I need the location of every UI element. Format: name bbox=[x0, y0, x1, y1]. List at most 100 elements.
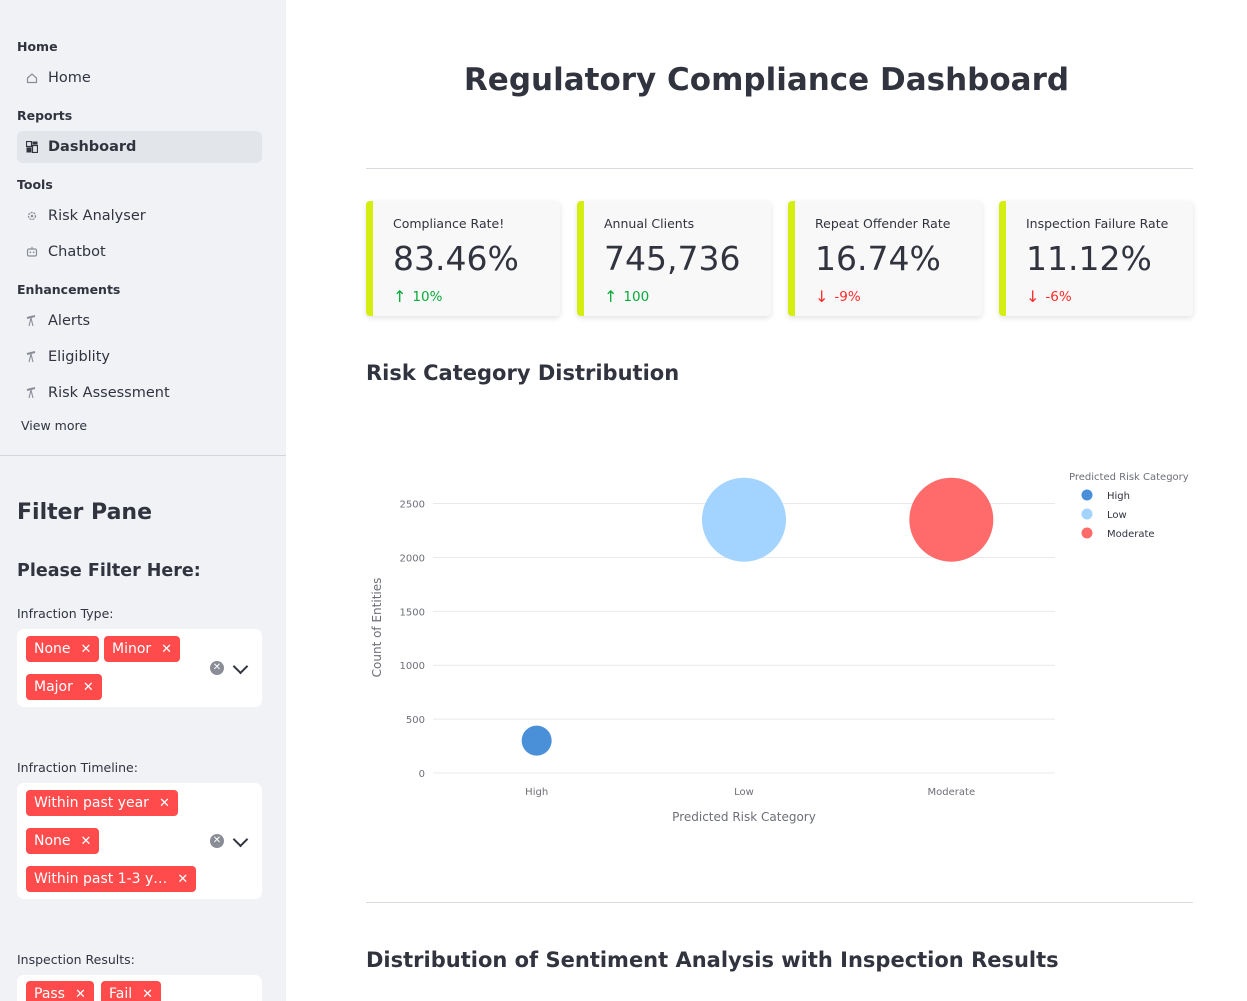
kpi-label: Repeat Offender Rate bbox=[815, 216, 951, 231]
y-tick-label: 0 bbox=[419, 769, 425, 780]
kpi-delta: ↓ -9% bbox=[815, 287, 861, 306]
sidebar-item-dashboard[interactable]: Dashboard bbox=[17, 131, 262, 163]
x-tick-label: Low bbox=[734, 787, 754, 798]
sidebar-item-risk-analyser[interactable]: Risk Analyser bbox=[17, 200, 262, 232]
tag-fail: Fail ✕ bbox=[101, 981, 162, 1001]
kpi-card-inspection-failure-rate: Inspection Failure Rate 11.12% ↓ -6% bbox=[999, 201, 1193, 316]
infraction-type-label: Infraction Type: bbox=[17, 606, 114, 621]
sidebar-item-risk-assessment[interactable]: Risk Assessment bbox=[17, 377, 262, 409]
chevron-down-icon[interactable] bbox=[232, 658, 249, 675]
arrow-up-icon: ↑ bbox=[604, 287, 618, 306]
y-tick-label: 1000 bbox=[400, 661, 425, 672]
y-tick-label: 1500 bbox=[400, 607, 425, 618]
kpi-card-annual-clients: Annual Clients 745,736 ↑ 100 bbox=[577, 201, 771, 316]
kpi-value: 16.74% bbox=[815, 239, 941, 278]
inspection-results-label: Inspection Results: bbox=[17, 952, 135, 967]
kpi-label: Inspection Failure Rate bbox=[1026, 216, 1169, 231]
kpi-delta: ↑ 10% bbox=[393, 287, 443, 306]
kpi-label: Compliance Rate! bbox=[393, 216, 505, 231]
sidebar-item-label: Risk Analyser bbox=[48, 208, 146, 224]
data-point-high bbox=[521, 725, 552, 756]
y-tick-label: 2000 bbox=[400, 553, 425, 564]
legend-item: Low bbox=[1107, 510, 1127, 521]
tag-none: None ✕ bbox=[26, 636, 100, 662]
legend-title: Predicted Risk Category bbox=[1069, 472, 1189, 483]
remove-tag-icon[interactable]: ✕ bbox=[159, 796, 170, 811]
chevron-down-icon[interactable] bbox=[232, 831, 249, 848]
arrow-down-icon: ↓ bbox=[1026, 287, 1040, 306]
legend-marker bbox=[1081, 527, 1093, 539]
tag-within-past-year: Within past year ✕ bbox=[26, 790, 178, 816]
data-point-low bbox=[702, 477, 786, 562]
remove-tag-icon[interactable]: ✕ bbox=[81, 642, 92, 657]
nav-section-reports: Reports bbox=[17, 108, 73, 123]
title-divider bbox=[366, 168, 1193, 169]
sidebar-item-home[interactable]: Home bbox=[17, 62, 262, 94]
tag-major: Major ✕ bbox=[26, 674, 102, 700]
kpi-label: Annual Clients bbox=[604, 216, 695, 231]
tag-minor: Minor ✕ bbox=[104, 636, 181, 662]
kpi-delta: ↓ -6% bbox=[1026, 287, 1072, 306]
remove-tag-icon[interactable]: ✕ bbox=[142, 987, 153, 1001]
legend-item: High bbox=[1107, 491, 1130, 502]
legend-marker bbox=[1081, 489, 1093, 501]
sidebar: Home Home Reports Dashboard Tools Risk A… bbox=[0, 0, 286, 1001]
kpi-value: 745,736 bbox=[604, 239, 741, 278]
legend-marker bbox=[1081, 508, 1093, 520]
section-divider bbox=[366, 902, 1193, 903]
gear-icon bbox=[25, 209, 39, 223]
tag-within-past-1-3-years: Within past 1-3 y… ✕ bbox=[26, 866, 197, 892]
remove-tag-icon[interactable]: ✕ bbox=[81, 834, 92, 849]
y-axis-title: Count of Entities bbox=[370, 578, 384, 678]
telescope-icon bbox=[25, 314, 39, 328]
data-point-moderate bbox=[909, 477, 994, 562]
infraction-type-multiselect[interactable]: None ✕ Minor ✕ Major ✕ ✕ bbox=[17, 629, 262, 707]
x-tick-label: Moderate bbox=[928, 787, 976, 798]
sidebar-item-label: Home bbox=[48, 70, 91, 86]
nav-section-enhancements: Enhancements bbox=[17, 282, 121, 297]
infraction-timeline-multiselect[interactable]: Within past year ✕ None ✕ Within past 1-3 … bbox=[17, 783, 262, 899]
arrow-down-icon: ↓ bbox=[815, 287, 829, 306]
sidebar-item-chatbot[interactable]: Chatbot bbox=[17, 236, 262, 268]
page-title: Regulatory Compliance Dashboard bbox=[463, 62, 1070, 98]
risk-category-chart: 0 500 1000 1500 2000 2500 High Low Moderate Predi… bbox=[370, 472, 1189, 824]
clear-all-icon[interactable]: ✕ bbox=[210, 661, 224, 675]
sidebar-item-label: Risk Assessment bbox=[48, 385, 170, 401]
view-more-link[interactable]: View more bbox=[21, 418, 87, 433]
nav-section-tools: Tools bbox=[17, 177, 53, 192]
remove-tag-icon[interactable]: ✕ bbox=[83, 680, 94, 695]
home-icon bbox=[25, 71, 39, 85]
y-tick-label: 2500 bbox=[400, 500, 425, 511]
dashboard-icon bbox=[25, 140, 39, 154]
telescope-icon bbox=[25, 386, 39, 400]
remove-tag-icon[interactable]: ✕ bbox=[75, 987, 86, 1001]
filter-subtitle: Please Filter Here: bbox=[17, 561, 201, 581]
kpi-card-compliance-rate: Compliance Rate! 83.46% ↑ 10% bbox=[366, 201, 560, 316]
telescope-icon bbox=[25, 350, 39, 364]
filter-pane-title: Filter Pane bbox=[17, 500, 153, 525]
sidebar-item-eligiblity[interactable]: Eligiblity bbox=[17, 341, 262, 373]
sidebar-item-label: Chatbot bbox=[48, 244, 106, 260]
sidebar-item-label: Eligiblity bbox=[48, 349, 110, 365]
kpi-delta: ↑ 100 bbox=[604, 287, 650, 306]
sidebar-item-alerts[interactable]: Alerts bbox=[17, 305, 262, 337]
x-axis-title: Predicted Risk Category bbox=[672, 810, 816, 824]
tag-none: None ✕ bbox=[26, 828, 100, 854]
sentiment-section-title: Distribution of Sentiment Analysis with … bbox=[366, 948, 1059, 972]
remove-tag-icon[interactable]: ✕ bbox=[177, 872, 188, 887]
sidebar-divider bbox=[0, 455, 286, 456]
sidebar-item-label: Dashboard bbox=[48, 139, 137, 155]
infraction-timeline-label: Infraction Timeline: bbox=[17, 760, 138, 775]
arrow-up-icon: ↑ bbox=[393, 287, 407, 306]
x-tick-label: High bbox=[525, 787, 548, 798]
kpi-card-repeat-offender-rate: Repeat Offender Rate 16.74% ↓ -9% bbox=[788, 201, 982, 316]
y-tick-label: 500 bbox=[406, 715, 425, 726]
risk-category-title: Risk Category Distribution bbox=[366, 361, 680, 385]
clear-all-icon[interactable]: ✕ bbox=[210, 834, 224, 848]
tag-pass: Pass ✕ bbox=[26, 981, 94, 1001]
kpi-value: 83.46% bbox=[393, 239, 519, 278]
kpi-value: 11.12% bbox=[1026, 239, 1152, 278]
sidebar-item-label: Alerts bbox=[48, 313, 91, 329]
remove-tag-icon[interactable]: ✕ bbox=[161, 642, 172, 657]
inspection-results-multiselect[interactable]: Pass ✕ Fail ✕ bbox=[17, 975, 262, 1001]
